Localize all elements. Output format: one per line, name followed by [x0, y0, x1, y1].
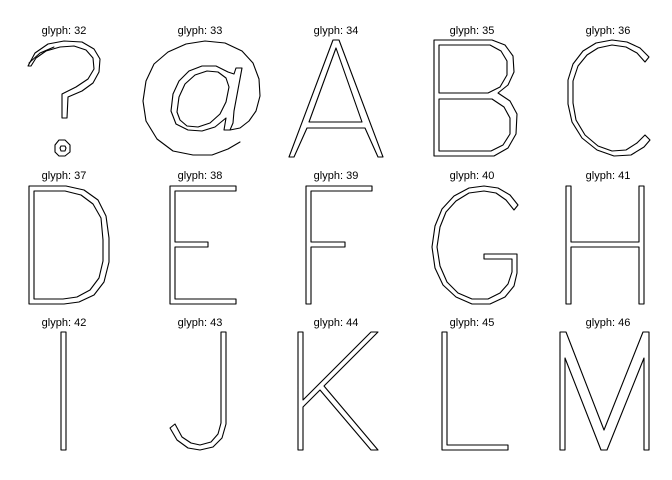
letter-a-glyph: [288, 39, 384, 158]
glyph-label-38: glyph: 38: [178, 170, 223, 182]
glyph-label-41: glyph: 41: [586, 170, 631, 182]
glyph-label-37: glyph: 37: [42, 170, 87, 182]
glyph-label-32: glyph: 32: [42, 25, 87, 37]
letter-l-glyph: [441, 331, 509, 451]
letter-f-glyph: [305, 185, 373, 305]
glyph-label-46: glyph: 46: [586, 317, 631, 329]
letter-d-glyph: [28, 185, 110, 305]
letter-b-glyph: [433, 39, 518, 157]
glyph-label-45: glyph: 45: [450, 317, 495, 329]
glyph-label-42: glyph: 42: [42, 317, 87, 329]
glyph-sheet: glyph: 32 glyph: 33 glyph: 34 glyph: 35 …: [27, 25, 651, 451]
letter-c-glyph: [567, 39, 651, 157]
glyph-label-40: glyph: 40: [450, 170, 495, 182]
at-sign-glyph: [142, 40, 261, 156]
letter-j-glyph: [169, 331, 227, 451]
glyph-label-44: glyph: 44: [314, 317, 359, 329]
letter-h-glyph: [565, 185, 645, 305]
letter-m-glyph: [559, 331, 650, 451]
glyph-label-33: glyph: 33: [178, 25, 223, 37]
glyph-label-36: glyph: 36: [586, 25, 631, 37]
letter-k-glyph: [297, 331, 379, 451]
glyph-label-39: glyph: 39: [314, 170, 359, 182]
glyph-label-35: glyph: 35: [450, 25, 495, 37]
question-mark-glyph: [27, 40, 101, 157]
glyph-label-43: glyph: 43: [178, 317, 223, 329]
letter-i-glyph: [60, 331, 67, 451]
glyph-label-34: glyph: 34: [314, 25, 359, 37]
letter-g-glyph: [431, 185, 519, 305]
letter-e-glyph: [169, 185, 237, 305]
